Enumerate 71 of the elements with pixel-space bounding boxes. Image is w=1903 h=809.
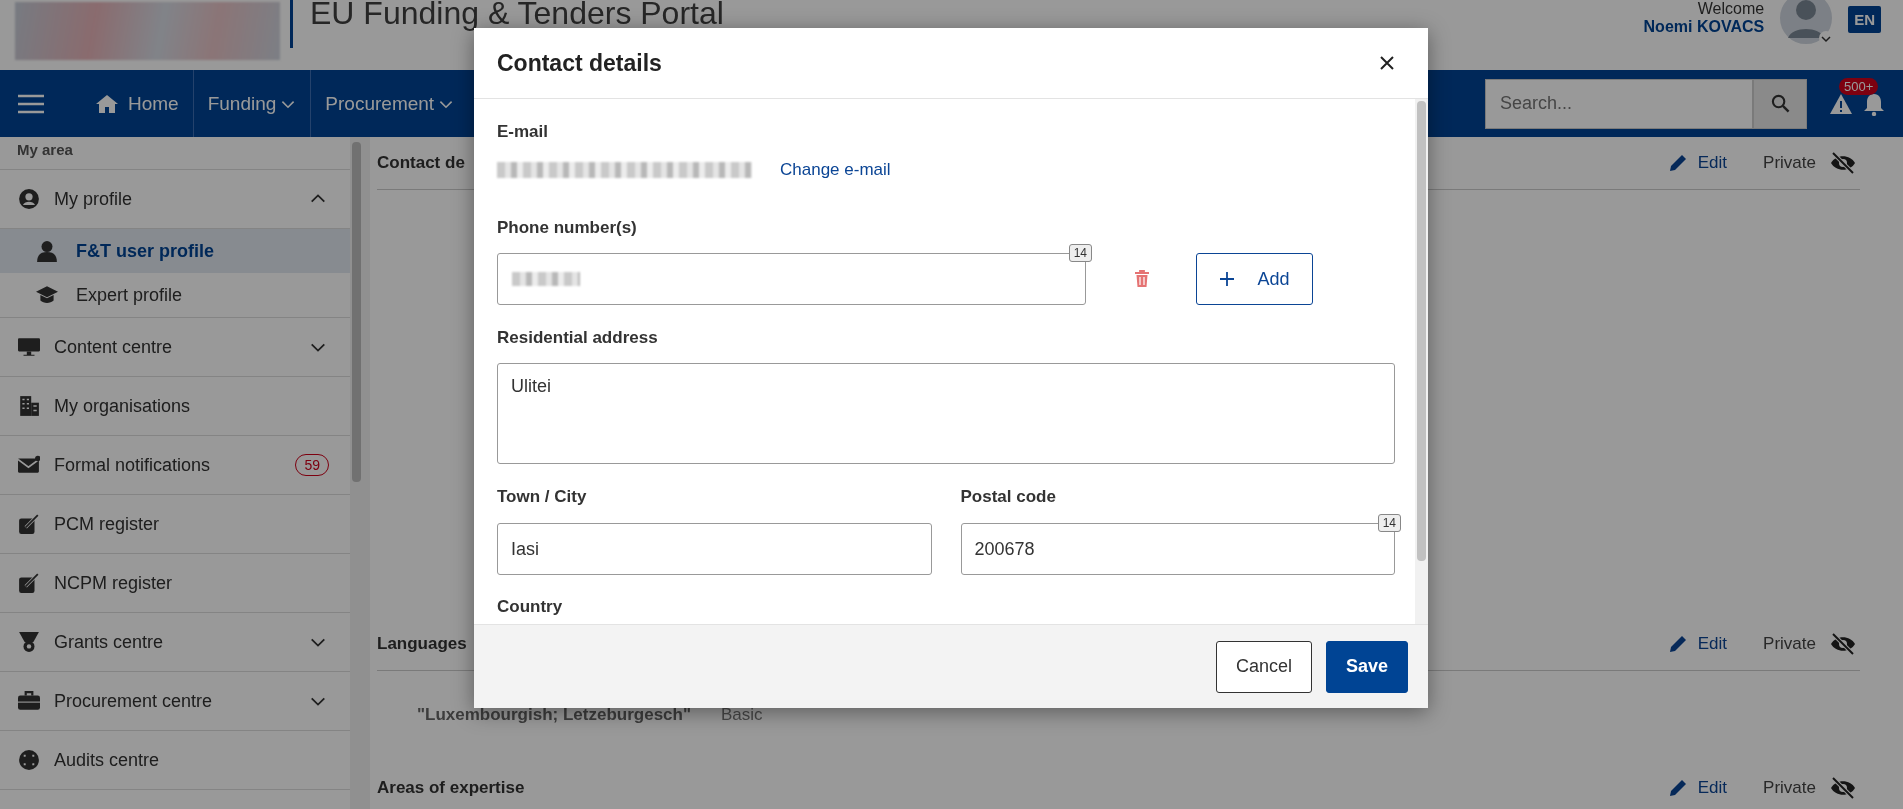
sidebar-subitem[interactable]: F&T user profile bbox=[0, 229, 350, 273]
search-button[interactable] bbox=[1753, 78, 1807, 129]
field-label: Town / City bbox=[497, 486, 588, 508]
address-field[interactable]: Ulitei bbox=[497, 363, 1395, 464]
search-icon bbox=[1770, 94, 1790, 113]
visibility-label: Private bbox=[1763, 778, 1816, 798]
edit-link[interactable]: Edit bbox=[1667, 778, 1728, 798]
sidebar-item[interactable]: Procurement centre bbox=[0, 672, 350, 731]
close-icon[interactable] bbox=[1380, 56, 1394, 70]
home-link[interactable]: Home bbox=[82, 70, 193, 137]
proficiency-text: Basic bbox=[721, 705, 763, 725]
briefcase-icon bbox=[18, 690, 40, 712]
save-button[interactable]: Save bbox=[1325, 640, 1408, 693]
notification-badge: 500+ bbox=[1839, 77, 1879, 95]
menu-icon[interactable] bbox=[18, 93, 44, 114]
edit-link[interactable]: Edit bbox=[1667, 153, 1728, 173]
graduation-cap-icon bbox=[36, 284, 58, 306]
town-field[interactable]: Iasi bbox=[497, 523, 932, 575]
medal-icon bbox=[18, 631, 40, 653]
eye-slash-icon[interactable] bbox=[1830, 152, 1856, 174]
sidebar-item[interactable]: Audits centre bbox=[0, 731, 350, 790]
dialog-title: Contact details bbox=[497, 49, 662, 77]
character-counter: 14 bbox=[1377, 514, 1401, 532]
field-label: Country bbox=[497, 596, 564, 618]
sidebar-item[interactable]: PCM register bbox=[0, 495, 350, 554]
edit-link[interactable]: Edit bbox=[1667, 634, 1728, 654]
sidebar-item[interactable]: Formal notifications 59 bbox=[0, 436, 350, 495]
eye-slash-icon[interactable] bbox=[1830, 777, 1856, 799]
redacted-phone bbox=[512, 272, 580, 286]
building-icon bbox=[18, 395, 40, 417]
field-label: E-mail bbox=[497, 121, 550, 143]
sidebar-item[interactable]: My organisations bbox=[0, 377, 350, 436]
sidebar-item[interactable]: NCPM register bbox=[0, 554, 350, 613]
sidebar-item[interactable]: Grants centre bbox=[0, 613, 350, 672]
edit-icon bbox=[18, 513, 40, 535]
envelope-icon bbox=[18, 454, 40, 476]
field-label: Phone number(s) bbox=[497, 217, 638, 239]
field-label: Postal code bbox=[960, 486, 1057, 508]
search-field[interactable]: Search... bbox=[1485, 78, 1753, 129]
person-icon bbox=[36, 240, 58, 262]
sidebar-item[interactable]: Content centre bbox=[0, 318, 350, 377]
pencil-icon bbox=[1667, 634, 1688, 654]
bell-icon[interactable] bbox=[1863, 91, 1885, 116]
section-title: Languages bbox=[377, 634, 467, 654]
pencil-icon bbox=[1667, 153, 1688, 173]
trash-icon[interactable] bbox=[1134, 270, 1150, 288]
field-label: Residential address bbox=[497, 327, 659, 349]
user-circle-icon bbox=[18, 188, 40, 210]
scrollbar[interactable] bbox=[352, 142, 361, 482]
visibility-label: Private bbox=[1763, 634, 1816, 654]
language-button[interactable]: EN bbox=[1848, 6, 1881, 33]
add-button[interactable]: Add bbox=[1196, 253, 1313, 305]
welcome-text: Welcome bbox=[1696, 0, 1765, 18]
section-title: Contact de bbox=[377, 153, 465, 173]
pencil-icon bbox=[1667, 778, 1688, 798]
section-title: Areas of expertise bbox=[377, 778, 525, 798]
visibility-label: Private bbox=[1763, 153, 1816, 173]
user-name[interactable]: Noemi KOVACS bbox=[1643, 18, 1765, 36]
change-email-link[interactable]: Change e-mail bbox=[780, 160, 891, 180]
scrollbar[interactable] bbox=[1417, 101, 1426, 561]
edit-icon bbox=[18, 572, 40, 594]
monitor-icon bbox=[18, 336, 40, 358]
language-name: "Luxembourgish; Letzeburgesch" bbox=[417, 705, 691, 725]
cancel-button[interactable]: Cancel bbox=[1215, 640, 1312, 693]
home-icon bbox=[96, 93, 118, 114]
warning-icon[interactable] bbox=[1829, 92, 1853, 115]
eye-slash-icon[interactable] bbox=[1830, 633, 1856, 655]
character-counter: 14 bbox=[1068, 244, 1092, 262]
sidebar-heading: My area bbox=[0, 137, 350, 170]
plus-icon bbox=[1219, 271, 1236, 287]
sidebar-subitem[interactable]: Expert profile bbox=[0, 273, 350, 317]
